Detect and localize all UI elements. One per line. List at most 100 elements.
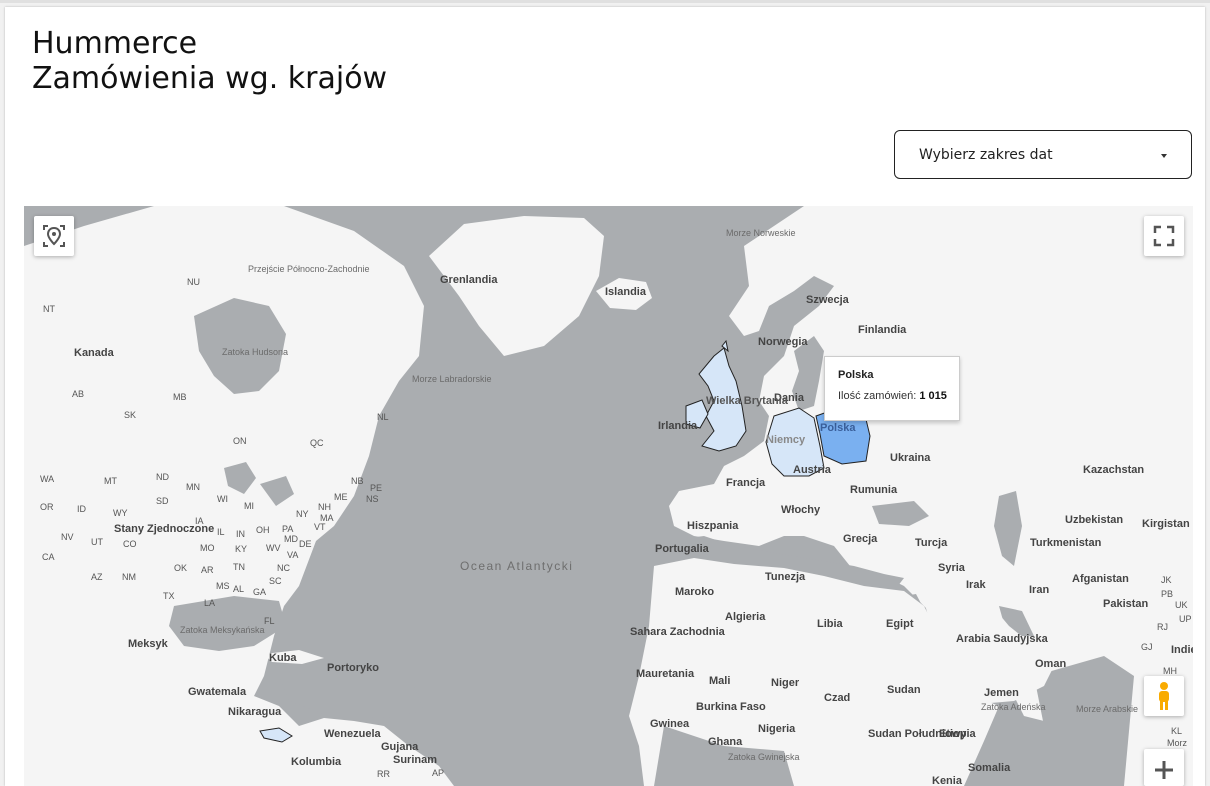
map-label: Irlandia	[658, 420, 698, 432]
map-label: Pakistan	[1103, 598, 1149, 610]
map-label: Libia	[817, 618, 843, 630]
map-label: WY	[113, 508, 128, 518]
map-label: Uzbekistan	[1065, 514, 1124, 526]
map-label: Zatoka Adeńska	[981, 702, 1046, 712]
map-label: RJ	[1157, 622, 1168, 632]
map-label: Turcja	[915, 537, 948, 549]
map-label: GA	[253, 587, 267, 597]
map-label: SD	[156, 496, 169, 506]
map-label: Hiszpania	[687, 520, 739, 532]
map-label: UP	[1179, 614, 1192, 624]
map-label: Włochy	[781, 504, 821, 516]
map-label: Maroko	[675, 586, 715, 598]
map-label: NS	[366, 494, 379, 504]
map-label: KL	[1171, 726, 1183, 736]
map-label: Turkmenistan	[1030, 537, 1102, 549]
map-label: Zatoka Gwinejska	[728, 752, 800, 762]
map-label: NH	[318, 502, 331, 512]
map-label: Wenezuela	[324, 728, 381, 740]
map-label: Szwecja	[806, 294, 849, 306]
map-label: UK	[1175, 600, 1188, 610]
map-label: Syria	[938, 562, 965, 574]
map-label: Stany Zjednoczone	[114, 523, 215, 535]
map-label: Gujana	[381, 741, 419, 753]
map-label: NB	[351, 476, 364, 486]
map-label: Mali	[709, 675, 731, 687]
map-label: MH	[1163, 666, 1177, 676]
map-label: Czad	[824, 692, 851, 704]
map-label: Gwatemala	[188, 686, 247, 698]
map-label: ME	[334, 492, 348, 502]
window-top-border	[0, 0, 1210, 3]
map-label: OK	[174, 563, 188, 573]
map-label: Jemen	[984, 687, 1019, 699]
map-label: NU	[187, 277, 200, 287]
map-label: Sudan	[887, 684, 921, 696]
map-label: IL	[217, 527, 225, 537]
map-label: MO	[200, 543, 215, 553]
map-label: RR	[377, 769, 390, 779]
map-label: Finlandia	[858, 324, 907, 336]
map-label: Polska	[820, 422, 856, 434]
date-range-label: Wybierz zakres dat	[919, 147, 1053, 163]
map-label: Mauretania	[636, 668, 695, 680]
map-label: WV	[266, 543, 281, 553]
map-label: Kanada	[74, 347, 114, 359]
map-label: SK	[124, 410, 137, 420]
locate-button[interactable]	[34, 216, 74, 256]
map-label: OH	[256, 525, 270, 535]
map-label: AR	[201, 565, 214, 575]
map-label: Wielka Brytania	[706, 395, 788, 407]
map-label: Rumunia	[850, 484, 898, 496]
map-label: TN	[233, 562, 245, 572]
map-label: Indie	[1171, 644, 1193, 656]
map-label: Iran	[1029, 584, 1050, 596]
map-label: Irak	[966, 579, 986, 591]
page-title: Hummerce Zamówienia wg. krajów	[32, 26, 387, 96]
geo-map[interactable]: Grenlandia Islandia Morze Norweskie Szwe…	[24, 206, 1193, 786]
map-label: MD	[284, 534, 298, 544]
map-label: Sudan Południowy	[868, 728, 967, 740]
app-name: Hummerce	[32, 26, 198, 61]
map-label: CA	[42, 552, 55, 562]
map-label: IN	[236, 529, 245, 539]
fullscreen-button[interactable]	[1144, 216, 1184, 256]
map-label: Morze Norweskie	[726, 228, 796, 238]
map-label: Sahara Zachodnia	[630, 626, 725, 638]
map-label: SC	[269, 576, 282, 586]
map-label: Ukraina	[890, 452, 931, 464]
map-label: AB	[72, 389, 85, 399]
map-label: NV	[61, 532, 74, 542]
map-label: NT	[43, 304, 55, 314]
map-label: Grenlandia	[440, 274, 498, 286]
map-label: Morze Arabskie	[1076, 704, 1139, 714]
map-label: Nikaragua	[228, 706, 282, 718]
map-label: FL	[264, 616, 275, 626]
map-label: ID	[77, 504, 86, 514]
map-label: OR	[40, 502, 54, 512]
map-label: NM	[122, 572, 136, 582]
map-label: Islandia	[605, 286, 646, 298]
map-label: Etiopia	[939, 728, 976, 740]
map-label: Algieria	[725, 611, 766, 623]
map-label: Portoryko	[327, 662, 379, 674]
map-label: LA	[204, 598, 216, 608]
location-icon	[43, 225, 65, 247]
map-label: UT	[91, 537, 103, 547]
map-label: MN	[186, 482, 200, 492]
map-label: Tunezja	[765, 571, 806, 583]
map-label: WI	[217, 494, 228, 504]
date-range-select[interactable]: Wybierz zakres dat	[894, 130, 1192, 179]
tooltip-metric-value: 1 015	[919, 390, 947, 402]
map-label: Norwegia	[758, 336, 808, 348]
map-label: Przejście Północno-Zachodnie	[248, 264, 370, 274]
street-view-pegman[interactable]	[1144, 676, 1184, 716]
map-label: Egipt	[886, 618, 914, 630]
map-label: Afganistan	[1072, 573, 1129, 585]
map-label: Kenia	[932, 775, 962, 786]
map-label: Kirgistan	[1142, 518, 1190, 530]
map-label: WA	[40, 474, 55, 484]
map-label: Ocean Atlantycki	[460, 559, 574, 573]
map-label: Somalia	[968, 762, 1011, 774]
zoom-in-button[interactable]	[1144, 749, 1184, 786]
